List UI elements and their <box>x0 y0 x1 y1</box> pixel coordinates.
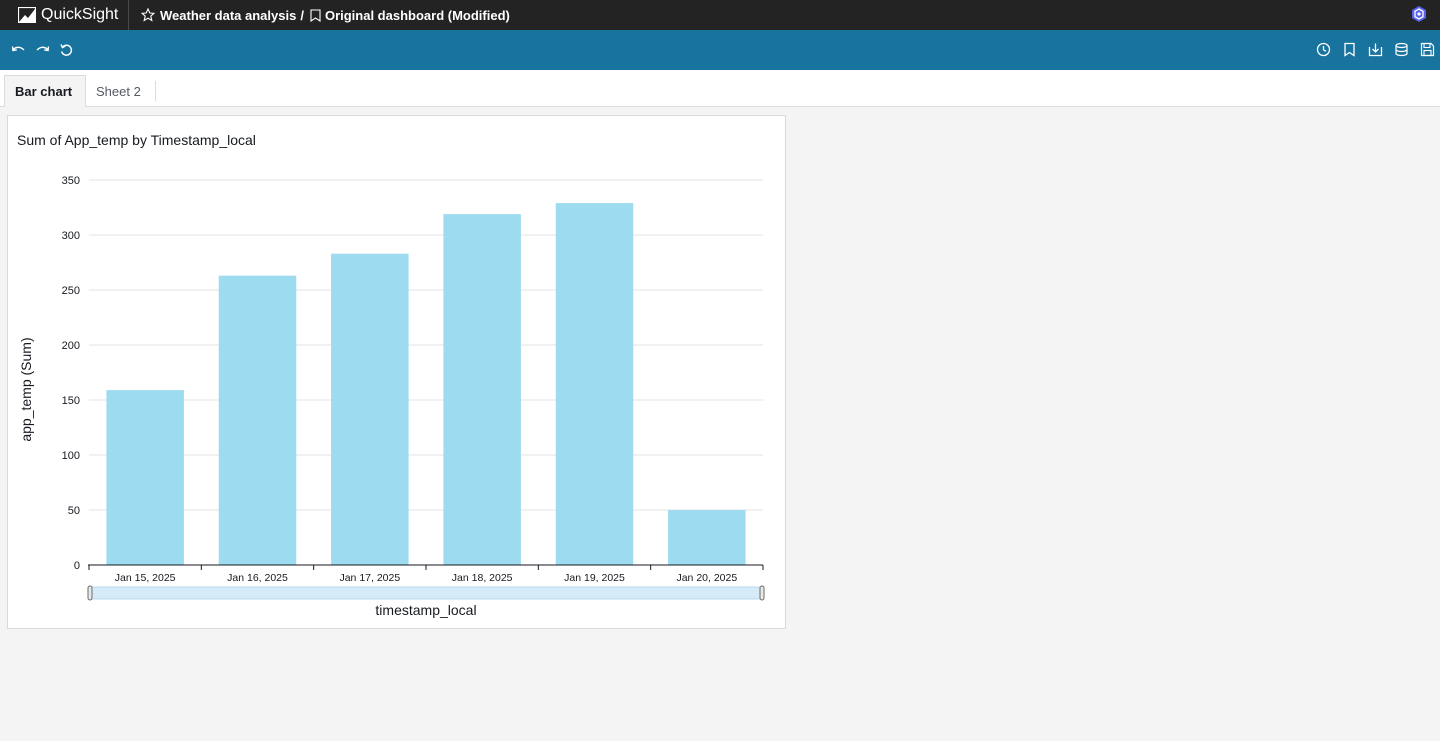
range-handle-left[interactable] <box>87 585 93 601</box>
bar-chart-visual[interactable]: Sum of App_temp by Timestamp_local 0 50 10… <box>7 115 786 629</box>
x-tick-label: Jan 17, 2025 <box>339 572 400 584</box>
star-icon[interactable] <box>141 8 155 22</box>
y-axis-title: app_temp (Sum) <box>18 337 34 441</box>
bar-chart: 0 50 100 150 200 250 300 350 Jan 15, 2025 Jan 16,… <box>18 175 765 618</box>
y-tick-label: 100 <box>62 450 80 462</box>
bar <box>331 253 409 565</box>
data-icon <box>1394 42 1408 56</box>
quicksight-logo-icon <box>18 7 36 23</box>
history-icon <box>1316 42 1330 56</box>
quicksight-logo[interactable]: QuickSight <box>0 0 129 30</box>
x-tick-label: Jan 18, 2025 <box>452 572 513 584</box>
tab-sheet-2[interactable]: Sheet 2 <box>86 81 156 101</box>
app-name: QuickSight <box>41 6 119 23</box>
x-tick-label: Jan 19, 2025 <box>564 572 625 584</box>
tab-bar-chart[interactable]: Bar chart <box>4 75 86 107</box>
bookmark-icon <box>310 8 321 22</box>
bar <box>443 214 521 565</box>
bookmark-button[interactable] <box>1341 41 1357 57</box>
y-tick-label: 0 <box>74 560 80 572</box>
save-icon <box>1420 42 1434 56</box>
y-tick-label: 350 <box>62 175 80 187</box>
x-tick-label: Jan 16, 2025 <box>227 572 288 584</box>
breadcrumb-analysis[interactable]: Weather data analysis <box>160 8 296 23</box>
top-bar: QuickSight Weather data analysis / Origi… <box>0 0 1440 30</box>
x-tick-label: Jan 20, 2025 <box>676 572 737 584</box>
y-tick-label: 150 <box>62 395 80 407</box>
range-scrollbar[interactable] <box>88 586 764 600</box>
x-tick-label: Jan 15, 2025 <box>115 572 176 584</box>
x-axis-title: timestamp_local <box>375 602 476 618</box>
bar <box>555 203 634 565</box>
redo-icon <box>36 45 49 51</box>
y-tick-label: 50 <box>68 505 80 517</box>
data-button[interactable] <box>1393 41 1409 57</box>
breadcrumb-dashboard[interactable]: Original dashboard (Modified) <box>325 8 510 23</box>
reset-button[interactable] <box>58 42 74 58</box>
breadcrumb: Weather data analysis / Original dashboa… <box>129 8 510 23</box>
bar <box>106 390 184 565</box>
user-profile-icon[interactable] <box>1410 5 1428 23</box>
y-tick-label: 300 <box>62 230 80 242</box>
export-icon <box>1368 43 1382 56</box>
history-button[interactable] <box>1315 41 1331 57</box>
y-tick-label: 200 <box>62 340 80 352</box>
sheet-tabs: Bar chart Sheet 2 <box>0 70 1440 107</box>
bar <box>668 510 746 565</box>
reset-icon <box>59 43 72 56</box>
redo-button[interactable] <box>34 42 50 58</box>
save-button[interactable] <box>1419 41 1435 57</box>
undo-icon <box>11 45 24 51</box>
bookmark-icon <box>1343 42 1355 57</box>
range-handle-right[interactable] <box>759 585 765 601</box>
bar <box>218 275 297 565</box>
toolbar <box>0 30 1440 70</box>
breadcrumb-separator: / <box>300 7 304 23</box>
y-tick-label: 250 <box>62 285 80 297</box>
export-button[interactable] <box>1367 41 1383 57</box>
undo-button[interactable] <box>10 42 26 58</box>
